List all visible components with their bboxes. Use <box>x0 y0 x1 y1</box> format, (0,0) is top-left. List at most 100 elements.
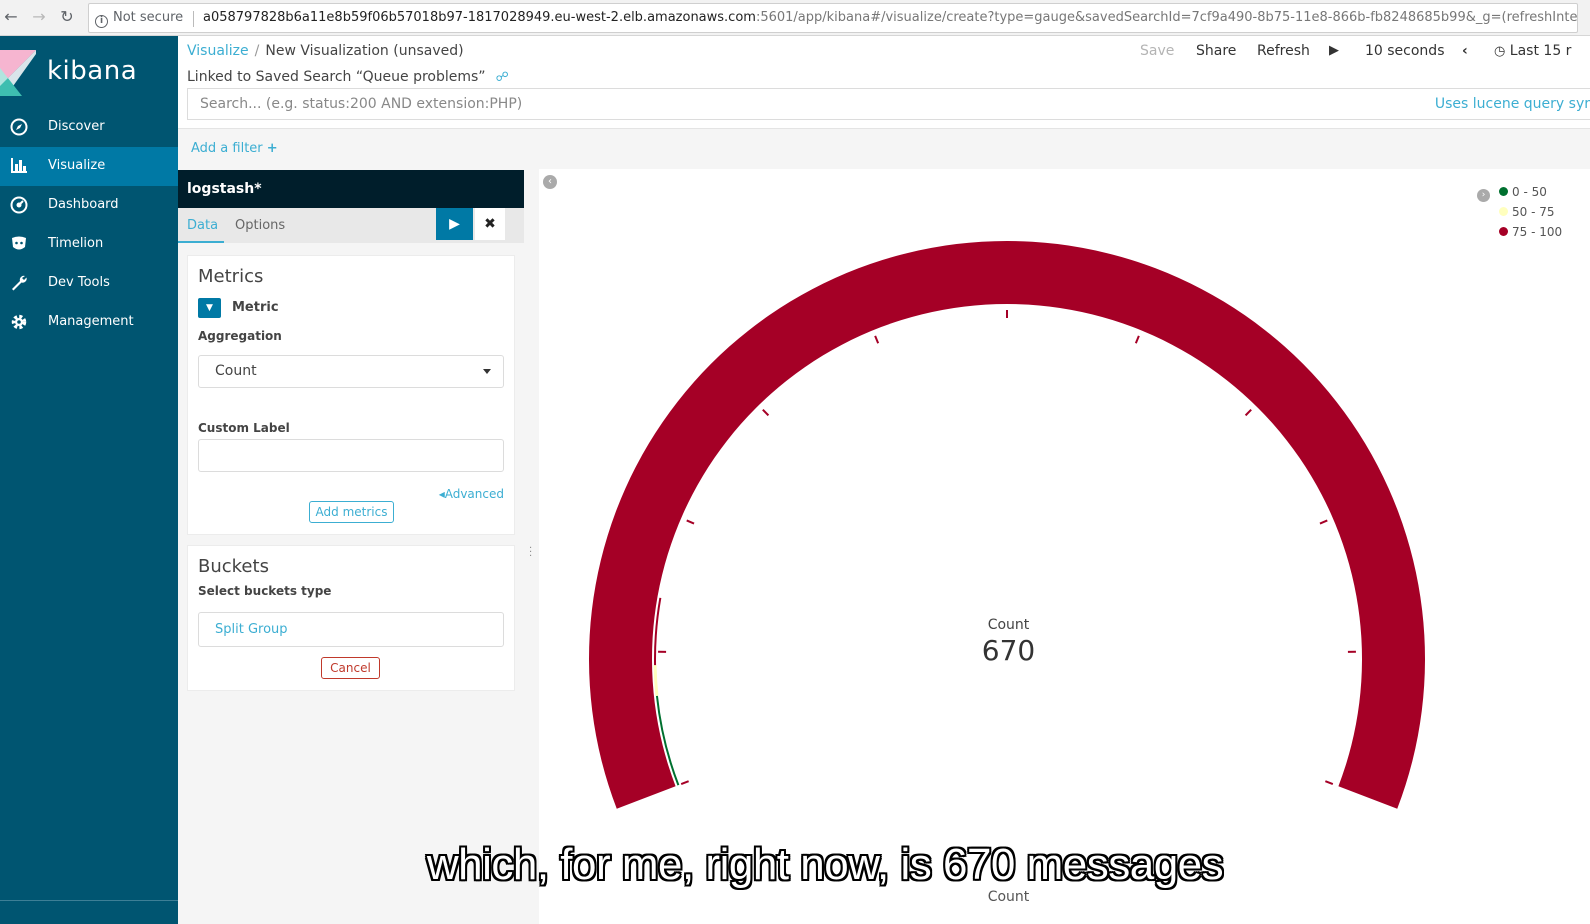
custom-label-input[interactable] <box>198 439 504 472</box>
gauge-tick <box>1134 335 1140 344</box>
sidebar-item-dev-tools[interactable]: Dev Tools <box>0 264 178 303</box>
buckets-title: Buckets <box>198 556 269 577</box>
sidebar-item-management[interactable]: Management <box>0 303 178 342</box>
breadcrumb-current: New Visualization (unsaved) <box>265 43 464 59</box>
tab-options[interactable]: Options <box>235 218 285 233</box>
visualization-area: ‹ Count 670 Count › 0 - 50 50 - 75 75 - … <box>539 169 1590 924</box>
gauge-tick <box>874 335 880 344</box>
url-text: a058797828b6a11e8b59f06b57018b97-1817028… <box>203 4 1578 32</box>
sidebar-divider <box>0 900 178 901</box>
wrench-icon <box>12 275 27 291</box>
index-pattern-title: logstash* <box>178 170 524 208</box>
cancel-button[interactable]: Cancel <box>321 657 380 679</box>
gauge-tick <box>1319 519 1328 525</box>
legend-label: 50 - 75 <box>1512 205 1555 219</box>
unlink-icon[interactable]: ☍ <box>496 70 509 85</box>
chevron-down-icon[interactable]: ▼ <box>198 298 221 318</box>
add-filter-label: Add a filter <box>191 141 263 156</box>
gauge-arc <box>589 240 1425 809</box>
video-caption: which, for me, right now, is 670 message… <box>426 840 1224 889</box>
sidebar-item-visualize[interactable]: Visualize <box>0 147 178 186</box>
legend-swatch-2 <box>1499 227 1508 236</box>
sidebar-item-discover[interactable]: Discover <box>0 108 178 147</box>
gauge-range-band <box>653 665 659 696</box>
sidebar-item-label: Timelion <box>48 236 104 251</box>
url-separator <box>193 11 194 27</box>
reload-icon[interactable]: ↻ <box>56 6 78 28</box>
linked-search-label: Linked to Saved Search “Queue problems” <box>187 69 486 85</box>
gauge-tick <box>1244 408 1252 417</box>
sidebar-item-label: Visualize <box>48 158 106 173</box>
top-nav: Visualize / New Visualization (unsaved) Li… <box>178 36 1590 128</box>
gauge-tick <box>686 519 695 525</box>
add-filter-button[interactable]: Add a filter + <box>191 141 278 156</box>
aggregation-label: Aggregation <box>198 329 282 343</box>
kibana-logo[interactable]: kibana <box>0 36 178 108</box>
legend-toggle-icon[interactable]: › <box>1477 189 1490 202</box>
linked-search-info: Linked to Saved Search “Queue problems” ☍ <box>187 69 509 85</box>
gauge-layer <box>589 240 1425 809</box>
refresh-button[interactable]: Refresh <box>1257 43 1310 59</box>
advanced-toggle[interactable]: ◂Advanced <box>439 487 504 501</box>
search-input[interactable]: Search... (e.g. status:200 AND extension… <box>187 88 1590 120</box>
gauge-tick <box>680 780 690 786</box>
caret-down-icon <box>483 369 491 374</box>
apply-changes-button[interactable]: ▶ <box>436 208 473 240</box>
legend-swatch-1 <box>1499 207 1508 216</box>
split-group-option[interactable]: Split Group <box>198 612 504 647</box>
aggregation-select[interactable]: Count <box>198 355 504 388</box>
chevron-left-icon[interactable]: ‹ <box>1462 43 1468 59</box>
metrics-title: Metrics <box>198 266 264 287</box>
security-indicator[interactable]: i Not secure <box>95 4 183 32</box>
sidebar-item-dashboard[interactable]: Dashboard <box>0 186 178 225</box>
split-group-label: Split Group <box>215 622 288 637</box>
resize-handle[interactable]: · · · <box>529 544 532 562</box>
browser-toolbar: ← → ↻ i Not secure a058797828b6a11e8b59f0… <box>0 0 1590 36</box>
tab-data[interactable]: Data <box>187 218 218 233</box>
url-host: a058797828b6a11e8b59f06b57018b97-1817028… <box>203 10 756 25</box>
kibana-logo-icon <box>0 50 36 96</box>
forward-arrow-icon[interactable]: → <box>28 6 50 28</box>
play-icon[interactable]: ▶ <box>1329 43 1339 58</box>
breadcrumb-visualize-link[interactable]: Visualize <box>187 43 249 59</box>
legend-item[interactable]: 0 - 50 <box>1499 185 1547 199</box>
compass-icon <box>10 118 28 136</box>
bar-chart-icon <box>11 158 27 173</box>
filter-bar: Add a filter + <box>178 128 1590 169</box>
gauge-tick <box>762 408 770 417</box>
url-path: :5601/app/kibana#/visualize/create?type=… <box>755 10 1578 25</box>
active-tab-indicator <box>178 241 224 243</box>
app-name: kibana <box>47 56 138 86</box>
gauge-chart <box>589 240 1425 809</box>
sidebar-item-label: Management <box>48 314 134 329</box>
custom-label-label: Custom Label <box>198 421 290 435</box>
back-arrow-icon[interactable]: ← <box>0 6 22 28</box>
sidebar: kibana Discover Visualize Dashboard Time… <box>0 36 178 924</box>
breadcrumb: Visualize / New Visualization (unsaved) <box>187 43 464 59</box>
plus-icon: + <box>266 141 278 156</box>
gauge-label: Count <box>987 617 1030 633</box>
clock-icon: ◷ <box>1494 44 1506 59</box>
security-label: Not secure <box>113 10 184 25</box>
discard-changes-button[interactable]: ✖ <box>475 208 505 240</box>
add-metrics-button[interactable]: Add metrics <box>309 501 394 523</box>
sidebar-item-label: Dev Tools <box>48 275 110 290</box>
save-button[interactable]: Save <box>1140 43 1174 59</box>
info-icon: i <box>95 15 108 28</box>
gauge-value: 670 <box>981 634 1036 667</box>
time-picker-button[interactable]: ◷ Last 15 r <box>1494 43 1571 59</box>
refresh-interval-button[interactable]: 10 seconds <box>1365 43 1445 59</box>
share-button[interactable]: Share <box>1196 43 1236 59</box>
legend-item[interactable]: 50 - 75 <box>1499 205 1555 219</box>
editor-tabs: Data Options ▶ ✖ <box>178 208 524 243</box>
address-bar[interactable]: i Not secure a058797828b6a11e8b59f06b5701… <box>88 3 1578 33</box>
sidebar-item-label: Dashboard <box>48 197 119 212</box>
metrics-panel: Metrics ▼ Metric Aggregation Count Custo… <box>187 255 515 535</box>
sidebar-item-timelion[interactable]: Timelion <box>0 225 178 264</box>
metric-label: Metric <box>232 300 279 315</box>
legend-swatch-0 <box>1499 187 1508 196</box>
legend-item[interactable]: 75 - 100 <box>1499 225 1562 239</box>
lucene-syntax-link[interactable]: Uses lucene query syr <box>1435 96 1590 112</box>
vis-editor-sidebar: logstash* Data Options ▶ ✖ Metrics ▼ Met… <box>178 169 539 924</box>
dashboard-icon <box>10 196 28 214</box>
